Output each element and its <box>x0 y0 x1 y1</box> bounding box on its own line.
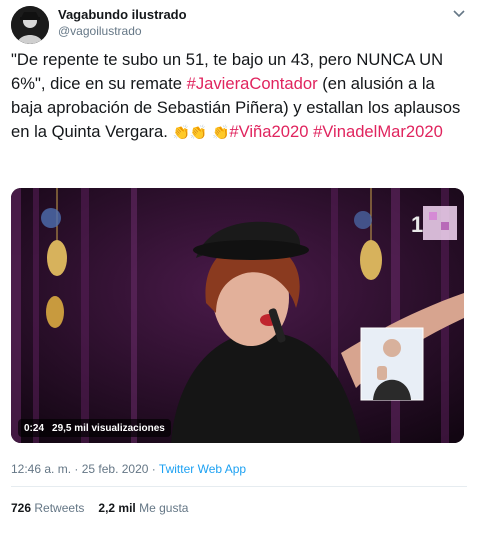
tweet: Vagabundo ilustrado @vagoilustrado "De r… <box>0 0 478 533</box>
video-info-badge: 0:24 29,5 mil visualizaciones <box>18 419 171 437</box>
video-frame: 1 <box>11 188 464 443</box>
meta-separator: · <box>71 462 82 476</box>
meta-separator: · <box>148 462 159 476</box>
likes-count: 2,2 mil <box>98 501 136 515</box>
avatar[interactable] <box>11 6 49 44</box>
retweets-label: Retweets <box>34 501 85 515</box>
tweet-source[interactable]: Twitter Web App <box>159 462 246 476</box>
video-views: 29,5 mil visualizaciones <box>52 422 165 434</box>
hashtag-javieracontador[interactable]: #JavieraContador <box>187 74 318 93</box>
likes-label: Me gusta <box>139 501 189 515</box>
divider <box>11 486 467 487</box>
tweet-time[interactable]: 12:46 a. m. <box>11 462 71 476</box>
video-player[interactable]: 1 <box>11 188 464 443</box>
svg-text:1: 1 <box>411 212 423 237</box>
tweet-date[interactable]: 25 feb. 2020 <box>82 462 149 476</box>
tweet-meta: 12:46 a. m. · 25 feb. 2020 · Twitter Web… <box>11 462 246 476</box>
hashtag-vinadelmar2020[interactable]: #VinadelMar2020 <box>313 122 443 141</box>
clapping-hands-icon: 👏 <box>189 124 208 140</box>
hashtag-vina2020[interactable]: #Viña2020 <box>229 122 308 141</box>
author-name[interactable]: Vagabundo ilustrado <box>58 7 187 22</box>
clapping-hands-icon: 👏 <box>211 124 230 140</box>
retweets-stat[interactable]: 726 Retweets <box>11 501 84 515</box>
avatar-image <box>11 6 49 44</box>
tweet-stats: 726 Retweets 2,2 mil Me gusta <box>11 501 188 515</box>
clapping-hands-icon: 👏 <box>172 124 190 140</box>
author-handle[interactable]: @vagoilustrado <box>58 24 142 38</box>
chevron-down-icon[interactable] <box>450 6 468 22</box>
video-duration: 0:24 <box>24 422 45 434</box>
tweet-text: "De repente te subo un 51, te bajo un 43… <box>11 48 466 144</box>
retweets-count: 726 <box>11 501 32 515</box>
likes-stat[interactable]: 2,2 mil Me gusta <box>98 501 188 515</box>
